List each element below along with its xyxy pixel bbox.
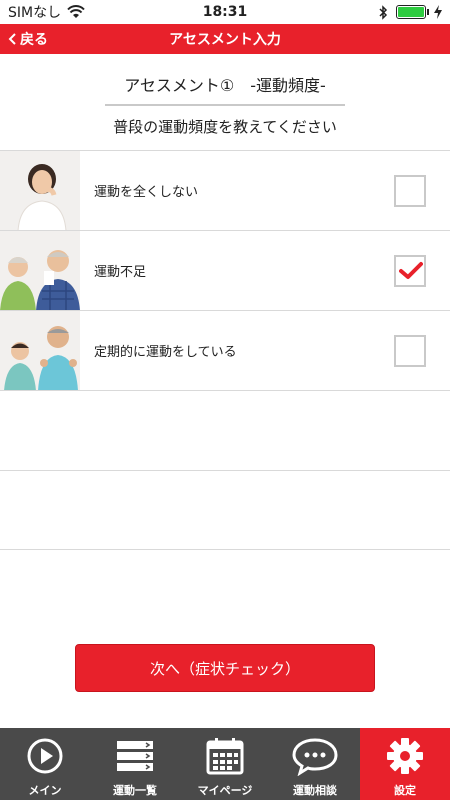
option-photo — [0, 151, 80, 230]
carrier-label: SIMなし — [8, 5, 62, 21]
assessment-header: アセスメント① -運動頻度- 普段の運動頻度を教えてください — [0, 54, 450, 150]
nav-bar: 戻る アセスメント入力 — [0, 24, 450, 54]
bluetooth-icon — [379, 4, 388, 20]
list-icon — [117, 741, 153, 771]
status-bar: SIMなし 18:31 — [0, 0, 450, 24]
wifi-icon — [67, 5, 85, 18]
tab-mypage[interactable]: マイページ — [180, 728, 270, 800]
next-button[interactable]: 次へ（症状チェック） — [75, 644, 375, 692]
tab-label: マイページ — [197, 784, 253, 797]
calendar-icon — [206, 738, 244, 775]
assessment-question: 普段の運動頻度を教えてください — [113, 118, 337, 136]
option-row-none[interactable]: 運動を全くしない — [0, 150, 450, 230]
charging-icon — [434, 5, 442, 19]
chevron-left-icon — [8, 33, 16, 45]
option-checkbox[interactable] — [394, 255, 426, 287]
tab-label: 運動一覧 — [113, 784, 157, 797]
option-row-regular[interactable]: 定期的に運動をしている — [0, 310, 450, 390]
empty-row — [0, 470, 450, 550]
tab-consultation[interactable]: 運動相談 — [270, 728, 360, 800]
option-row-lack[interactable]: 運動不足 — [0, 230, 450, 310]
play-icon — [27, 738, 63, 774]
gear-icon — [387, 738, 423, 774]
empty-row — [0, 390, 450, 470]
checkmark-icon — [399, 262, 423, 279]
back-label: 戻る — [20, 32, 48, 48]
battery-icon — [396, 5, 429, 19]
tab-settings[interactable]: 設定 — [360, 728, 450, 800]
tab-label: メイン — [28, 784, 62, 797]
option-list: 運動を全くしない 運動不足 定期的に運動をしている — [0, 150, 450, 550]
option-checkbox[interactable] — [394, 335, 426, 367]
tab-bar: メイン 運動一覧 マイページ 運動相談 設定 — [0, 728, 450, 800]
tab-exercise-list[interactable]: 運動一覧 — [90, 728, 180, 800]
chat-icon — [292, 738, 338, 776]
option-photo — [0, 231, 80, 310]
tab-label: 運動相談 — [293, 784, 337, 797]
option-checkbox[interactable] — [394, 175, 426, 207]
back-button[interactable]: 戻る — [8, 24, 48, 54]
option-photo — [0, 311, 80, 390]
page-title: アセスメント入力 — [169, 32, 281, 48]
tab-main[interactable]: メイン — [0, 728, 90, 800]
tab-label: 設定 — [394, 784, 416, 797]
assessment-title: アセスメント① -運動頻度- — [105, 72, 345, 106]
